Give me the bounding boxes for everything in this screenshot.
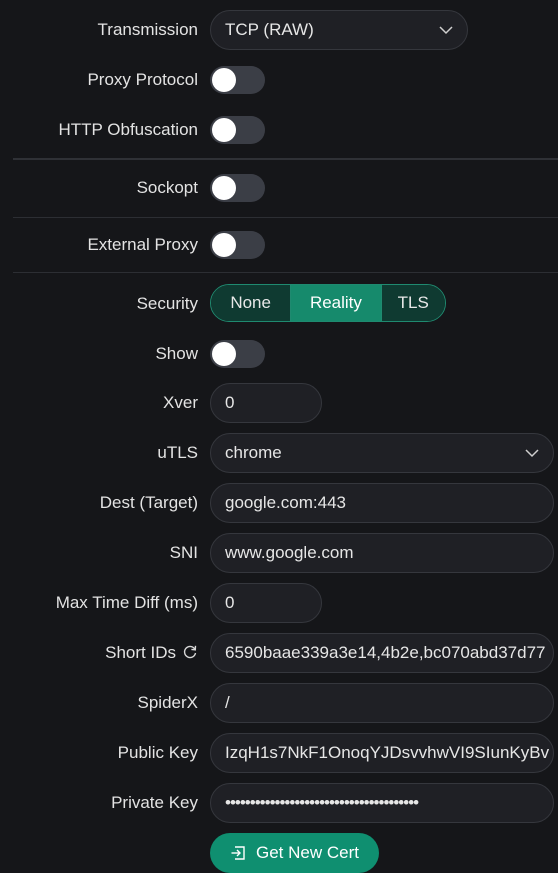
section-divider [13,158,558,160]
security-option-none[interactable]: None [211,285,291,321]
security-option-tls[interactable]: TLS [381,285,445,321]
transmission-select[interactable]: TCP (RAW) [210,10,468,50]
section-divider [13,217,558,218]
show-toggle[interactable] [210,340,265,368]
xver-input[interactable]: 0 [210,383,322,423]
show-label: Show [155,344,198,363]
section-divider [13,272,558,273]
http-obfuscation-label: HTTP Obfuscation [58,120,198,139]
dest-input[interactable]: google.com:443 [210,483,554,523]
sockopt-row: Sockopt [0,174,558,202]
refresh-icon[interactable] [182,644,198,660]
utls-value: chrome [225,443,282,462]
spiderx-label: SpiderX [137,693,198,712]
security-option-reality[interactable]: Reality [290,285,382,321]
toggle-knob [212,233,236,257]
public-key-label: Public Key [117,743,198,762]
private-key-input[interactable]: ••••••••••••••••••••••••••••••••••••••• [210,783,554,823]
show-row: Show [0,340,558,368]
max-time-diff-label: Max Time Diff (ms) [55,593,198,612]
utls-label: uTLS [157,443,198,462]
short-ids-input[interactable]: 6590baae339a3e14,4b2e,bc070abd37d77 [210,633,554,673]
sni-input[interactable]: www.google.com [210,533,554,573]
external-proxy-row: External Proxy [0,231,558,259]
public-key-input[interactable]: IzqH1s7NkF1OnoqYJDsvvhwVI9SIunKyBv [210,733,554,773]
private-key-label: Private Key [111,793,198,812]
utls-select[interactable]: chrome [210,433,554,473]
sni-label: SNI [169,543,198,562]
xver-label: Xver [163,393,198,412]
toggle-knob [212,68,236,92]
max-time-diff-input[interactable]: 0 [210,583,322,623]
sockopt-toggle[interactable] [210,174,265,202]
spiderx-input[interactable]: / [210,683,554,723]
proxy-protocol-label: Proxy Protocol [87,70,198,89]
short-ids-label: Short IDs [105,643,176,662]
chevron-down-icon [439,26,453,35]
import-icon [231,846,245,860]
proxy-protocol-row: Proxy Protocol [0,66,558,94]
sockopt-label: Sockopt [136,178,198,197]
external-proxy-label: External Proxy [87,235,198,254]
short-ids-label-group: Short IDs [105,643,198,663]
chevron-down-icon [525,449,539,458]
external-proxy-toggle[interactable] [210,231,265,259]
transmission-value: TCP (RAW) [225,20,314,39]
toggle-knob [212,118,236,142]
security-label: Security [136,294,198,313]
get-new-cert-label: Get New Cert [256,843,359,862]
toggle-knob [212,342,236,366]
dest-label: Dest (Target) [99,493,198,512]
toggle-knob [212,176,236,200]
proxy-protocol-toggle[interactable] [210,66,265,94]
get-new-cert-button[interactable]: Get New Cert [210,833,379,873]
http-obfuscation-toggle[interactable] [210,116,265,144]
security-segmented-control: None Reality TLS [210,284,446,322]
transmission-label: Transmission [97,20,198,39]
http-obfuscation-row: HTTP Obfuscation [0,116,558,144]
